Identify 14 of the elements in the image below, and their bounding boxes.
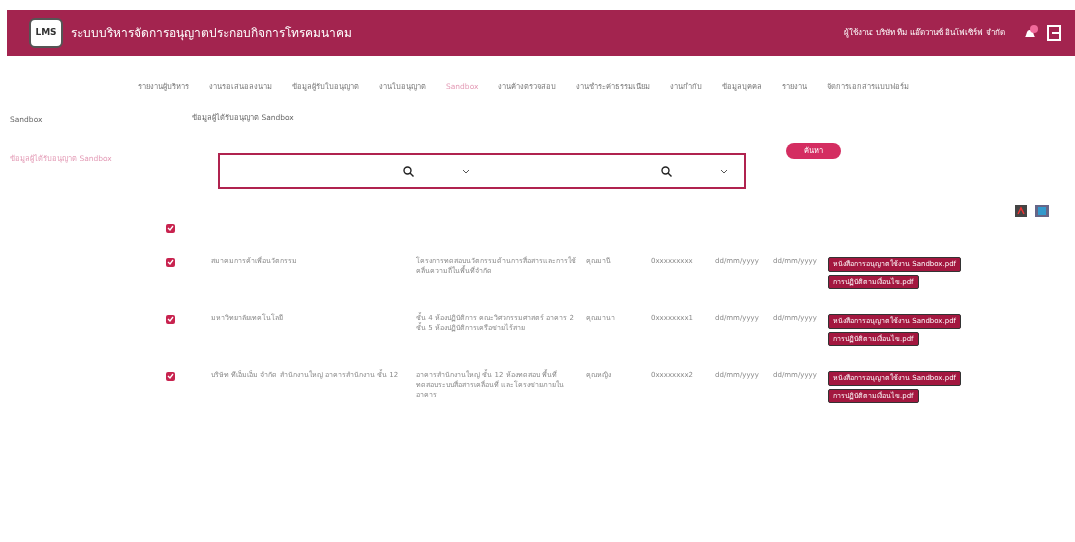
checkbox[interactable]	[166, 223, 175, 233]
chevron-down-icon[interactable]	[462, 168, 470, 174]
user-name: ผู้ใช้งาน: บริษัท ทีม แอ๊ดวานซ์ อินโฟเซิร์ฟ จำกัด	[843, 27, 1005, 39]
checkbox[interactable]	[166, 371, 175, 381]
search-icon[interactable]	[661, 165, 672, 177]
logout-icon[interactable]	[1047, 25, 1061, 41]
chevron-down-icon[interactable]	[720, 168, 728, 174]
checkbox[interactable]	[166, 257, 175, 267]
checkbox[interactable]	[166, 314, 175, 324]
app-title: ระบบบริหารจัดการอนุญาตประกอบกิจการโทรคมนาคม	[71, 25, 352, 42]
excel-export-icon[interactable]	[1035, 205, 1049, 218]
search-icon[interactable]	[403, 165, 414, 177]
logo: LMS	[29, 18, 63, 48]
pdf-export-icon[interactable]	[1015, 205, 1027, 218]
